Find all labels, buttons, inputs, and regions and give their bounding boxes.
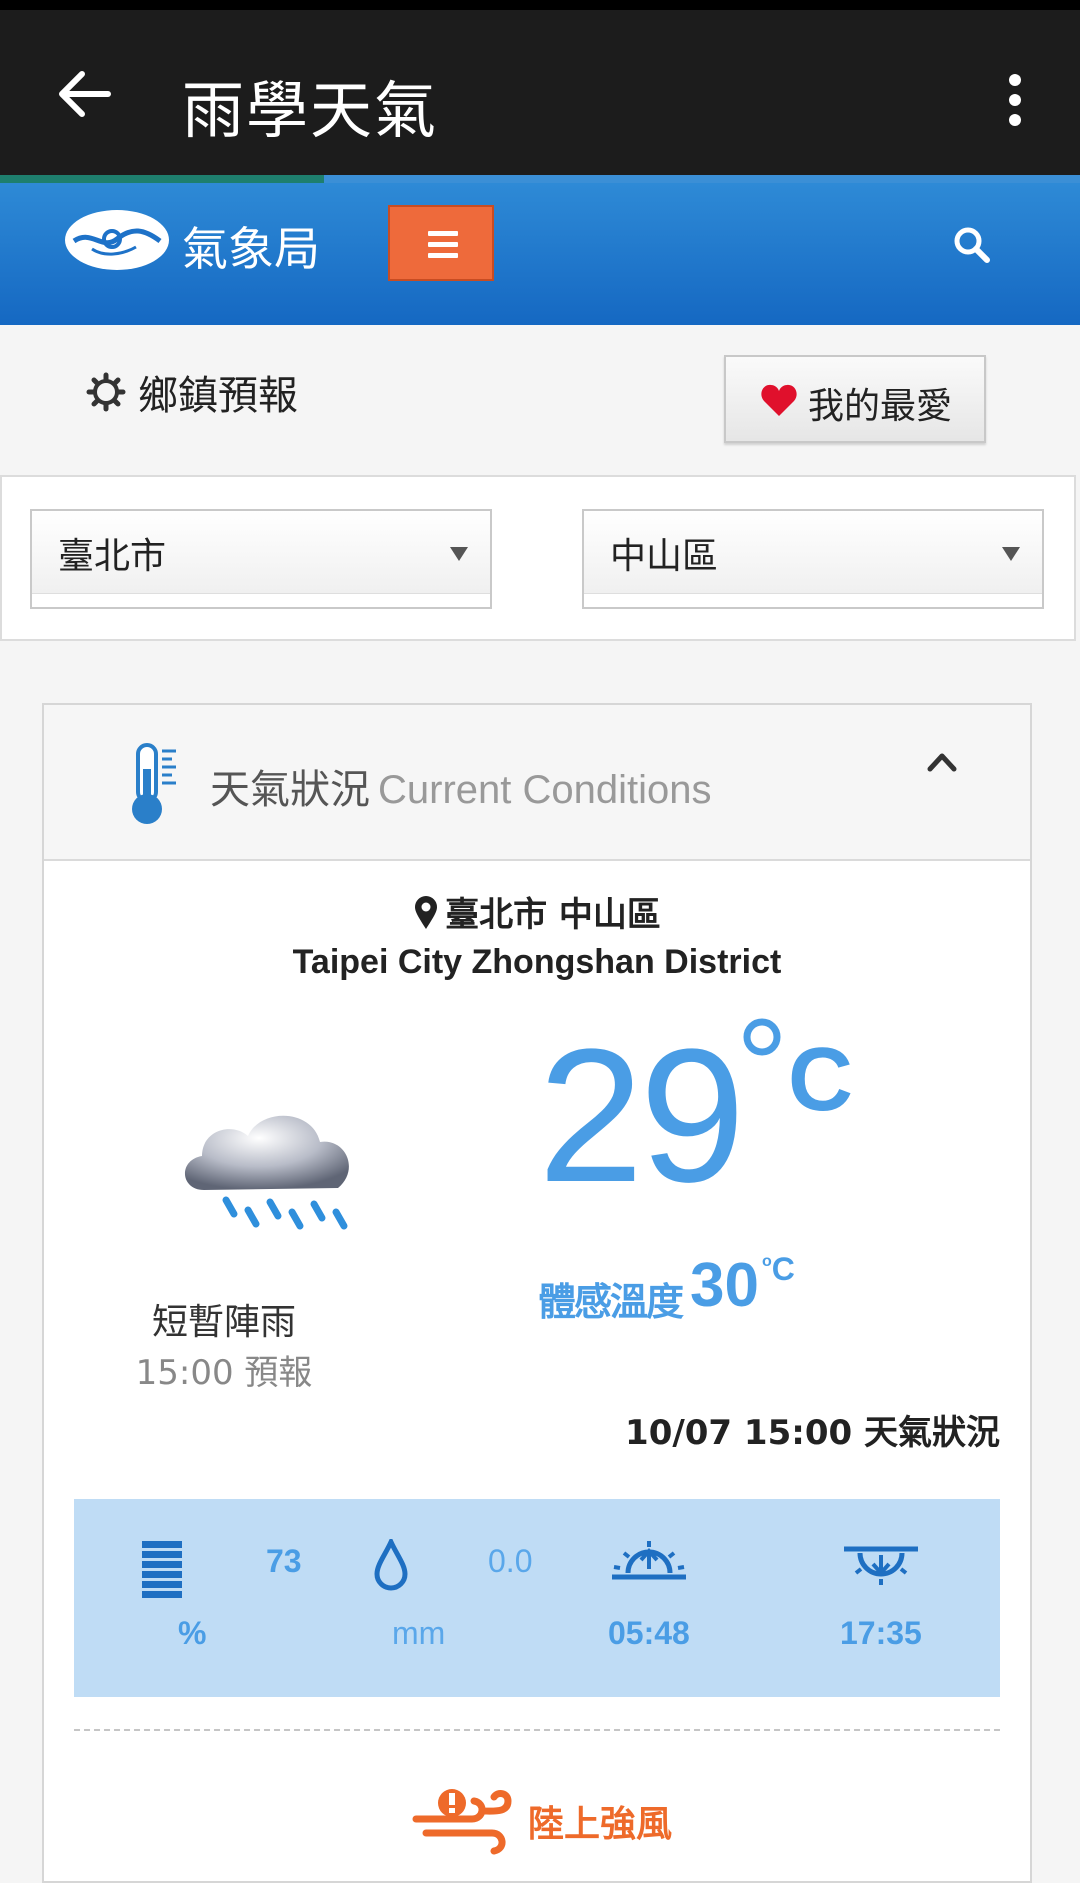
degree-icon <box>743 1018 781 1056</box>
dropdown-arrow-icon <box>450 547 468 561</box>
location-selector-band: 臺北市 中山區 <box>0 475 1076 641</box>
weather-condition: 短暫陣雨 <box>151 1302 296 1343</box>
card-header[interactable]: 天氣狀況 Current Conditions <box>44 705 1030 861</box>
section-title: 鄉鎮預報 <box>138 373 298 419</box>
sunrise-icon <box>612 1541 686 1580</box>
feels-like-unit-text: C <box>771 1251 795 1287</box>
warning-label[interactable]: 陸上強風 <box>528 1795 672 1847</box>
card-title-zh: 天氣狀況 <box>210 767 370 813</box>
feels-like-label: 體感溫度 <box>538 1280 684 1324</box>
district-select-face: 中山區 <box>584 511 1042 594</box>
page-load-progress <box>0 175 1080 183</box>
current-temperature: 29 <box>538 1010 745 1222</box>
section-header: 鄉鎮預報 我的最愛 <box>0 325 1080 475</box>
favorites-button[interactable]: 我的最愛 <box>724 355 986 443</box>
dropdown-arrow-icon <box>1002 547 1020 561</box>
feels-like-unit: oC <box>762 1251 795 1287</box>
city-select-face: 臺北市 <box>32 511 490 594</box>
favorites-label: 我的最愛 <box>808 386 953 427</box>
feels-like-value: 30 <box>690 1251 759 1320</box>
rain-value: 0.0 <box>488 1543 533 1579</box>
card-title-en: Current Conditions <box>378 768 712 812</box>
app-title: 雨學天氣 <box>182 74 439 147</box>
cwb-logo-icon[interactable] <box>62 205 172 275</box>
raindrop-icon <box>374 1539 408 1591</box>
location-zh: 臺北市 中山區 <box>44 887 1030 936</box>
divider <box>74 1729 1000 1731</box>
sunrise-time: 05:48 <box>608 1615 690 1651</box>
stats-panel: 73 % 0.0 mm 05:48 17:35 <box>74 1499 1000 1697</box>
location-pin-icon <box>415 896 438 929</box>
sunset-time: 17:35 <box>840 1615 922 1651</box>
more-options-icon[interactable] <box>1000 72 1030 128</box>
back-arrow-icon[interactable] <box>52 62 116 126</box>
gear-icon <box>86 372 126 412</box>
forecast-time: 15:00 預報 <box>135 1353 313 1393</box>
district-select-value: 中山區 <box>610 536 719 577</box>
page-load-progress-fill <box>0 175 324 183</box>
site-name[interactable]: 氣象局 <box>182 213 320 279</box>
humidity-bars-icon <box>142 1541 182 1598</box>
strong-wind-warning-icon <box>412 1789 512 1855</box>
location-zh-text: 臺北市 中山區 <box>445 895 661 935</box>
thermometer-icon <box>132 743 176 824</box>
observation-time: 10/07 15:00 天氣狀況 <box>625 1413 1000 1453</box>
heart-icon <box>761 384 797 416</box>
city-select[interactable]: 臺北市 <box>30 509 492 609</box>
hamburger-icon <box>428 231 458 264</box>
menu-button[interactable] <box>388 205 494 281</box>
temperature-unit: C <box>788 1030 853 1130</box>
site-header: 氣象局 <box>0 183 1080 325</box>
chevron-up-icon[interactable] <box>924 749 960 773</box>
sunset-icon <box>844 1546 918 1585</box>
rain-cloud-icon <box>184 1115 349 1230</box>
humidity-unit: % <box>178 1615 207 1651</box>
location-en: Taipei City Zhongshan District <box>292 943 782 981</box>
rain-unit: mm <box>392 1615 446 1651</box>
current-conditions-card: 天氣狀況 Current Conditions 臺北市 中山區 Taipei Ci… <box>42 703 1032 1883</box>
card-title: 天氣狀況 Current Conditions <box>210 757 712 815</box>
search-icon[interactable] <box>952 225 992 265</box>
district-select[interactable]: 中山區 <box>582 509 1044 609</box>
city-select-value: 臺北市 <box>58 536 167 577</box>
humidity-value: 73 <box>266 1543 302 1579</box>
app-bar: 雨學天氣 <box>0 0 1080 175</box>
